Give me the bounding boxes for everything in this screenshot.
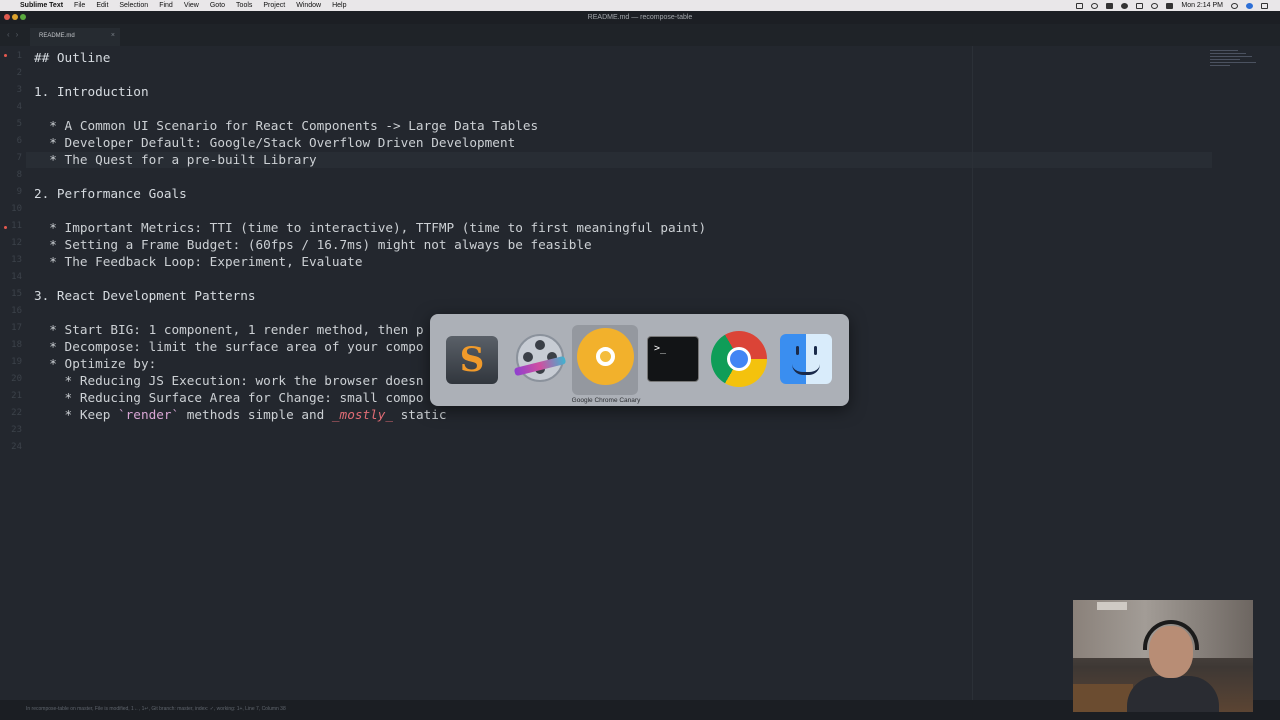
cloud-icon[interactable] [1106,2,1114,9]
emphasis-text: _mostly_ [331,407,394,422]
terminal-icon[interactable]: >_ [645,334,701,386]
section-introduction[interactable]: 1. Introduction [34,84,149,99]
line-number: 9 [16,187,22,197]
app-switcher: S >_ Google Chrome Canary [430,314,849,406]
menu-app-name[interactable]: Sublime Text [20,0,63,11]
window-title-bar: README.md — recompose-table [0,11,1280,24]
sub-bullet-line[interactable]: * Reducing Surface Area for Change: smal… [34,390,424,405]
menu-goto[interactable]: Goto [210,0,225,11]
spotlight-search-icon[interactable] [1231,2,1238,9]
menu-tools[interactable]: Tools [236,0,252,11]
line-number: 19 [11,357,22,367]
siri-icon[interactable] [1246,2,1253,9]
section-react-patterns[interactable]: 3. React Development Patterns [34,288,256,303]
line-number: 16 [11,306,22,316]
line-number: 14 [11,272,22,282]
finder-icon[interactable] [778,334,834,386]
sublime-text-icon[interactable]: S [444,334,500,386]
line-number: 10 [11,204,22,214]
text-run: methods simple and [179,407,332,422]
bullet-line[interactable]: * Optimize by: [34,356,156,371]
menu-bar: Sublime Text File Edit Selection Find Vi… [0,0,1280,11]
video-editor-icon[interactable] [512,334,568,386]
menu-view[interactable]: View [184,0,199,11]
menu-selection[interactable]: Selection [119,0,148,11]
menu-project[interactable]: Project [263,0,285,11]
line-number: 17 [11,323,22,333]
sub-bullet-line[interactable]: * Keep `render` methods simple and _most… [34,407,447,422]
bullet-line-current[interactable]: * The Quest for a pre-built Library [34,152,316,167]
bullet-line[interactable]: * Developer Default: Google/Stack Overfl… [34,135,515,150]
line-number: 8 [16,170,22,180]
bullet-line[interactable]: * The Feedback Loop: Experiment, Evaluat… [34,254,362,269]
line-number: 2 [16,68,22,78]
tab-label: README.md [39,33,75,39]
sync-status-icon[interactable] [1091,2,1099,9]
battery-icon[interactable] [1166,2,1174,9]
line-number: 15 [11,289,22,299]
inline-code: `render` [118,407,180,422]
section-performance[interactable]: 2. Performance Goals [34,186,187,201]
terminal-prompt-glyph: >_ [654,343,667,354]
volume-icon[interactable] [1121,2,1129,9]
menu-window[interactable]: Window [296,0,321,11]
chrome-canary-icon[interactable] [577,328,634,386]
line-number: 1 [16,51,22,61]
line-number: 6 [16,136,22,146]
bullet-line[interactable]: * Decompose: limit the surface area of y… [34,339,423,354]
line-number: 13 [11,255,22,265]
status-text: In recompose-table on master, File is mo… [26,706,286,712]
heading-outline[interactable]: ## Outline [34,50,110,65]
line-gutter[interactable]: 1 2 3 4 5 6 7 8 9 10 11 12 13 14 15 16 1… [0,46,26,700]
line-number: 21 [11,391,22,401]
line-number: 23 [11,425,22,435]
bullet-line[interactable]: * Start BIG: 1 component, 1 render metho… [34,322,423,337]
menu-help[interactable]: Help [332,0,346,11]
line-number: 12 [11,238,22,248]
screen-record-icon[interactable] [1076,2,1084,9]
bullet-line[interactable]: * A Common UI Scenario for React Compone… [34,118,538,133]
bullet-line[interactable]: * Important Metrics: TTI (time to intera… [34,220,706,235]
line-number: 18 [11,340,22,350]
bullet-line[interactable]: * Setting a Frame Budget: (60fps / 16.7m… [34,237,591,252]
tab-readme[interactable]: README.md × [30,28,120,46]
selected-app-label: Google Chrome Canary [571,397,641,404]
text-run: static [393,407,447,422]
line-number: 4 [16,102,22,112]
menu-edit[interactable]: Edit [96,0,108,11]
bluetooth-icon[interactable] [1136,2,1144,9]
minimap[interactable] [1210,50,1258,72]
line-number: 20 [11,374,22,384]
tab-bar: ‹› README.md × [0,24,1280,46]
tab-nav-arrows-icon[interactable]: ‹› [7,30,24,39]
wifi-icon[interactable] [1151,2,1159,9]
notification-center-icon[interactable] [1261,2,1268,9]
line-number: 24 [11,442,22,452]
line-number: 22 [11,408,22,418]
line-number: 7 [16,153,22,163]
wrap-ruler [972,46,973,700]
chrome-icon[interactable] [710,331,767,387]
text-run: * Keep [34,407,119,422]
line-number: 5 [16,119,22,129]
sub-bullet-line[interactable]: * Reducing JS Execution: work the browse… [34,373,424,388]
line-number: 3 [16,85,22,95]
webcam-overlay [1073,600,1253,712]
menu-find[interactable]: Find [159,0,173,11]
line-number: 11 [11,221,22,231]
tab-close-icon[interactable]: × [111,32,115,39]
window-title: README.md — recompose-table [587,14,693,21]
menu-clock[interactable]: Mon 2:14 PM [1181,0,1223,11]
menu-file[interactable]: File [74,0,85,11]
